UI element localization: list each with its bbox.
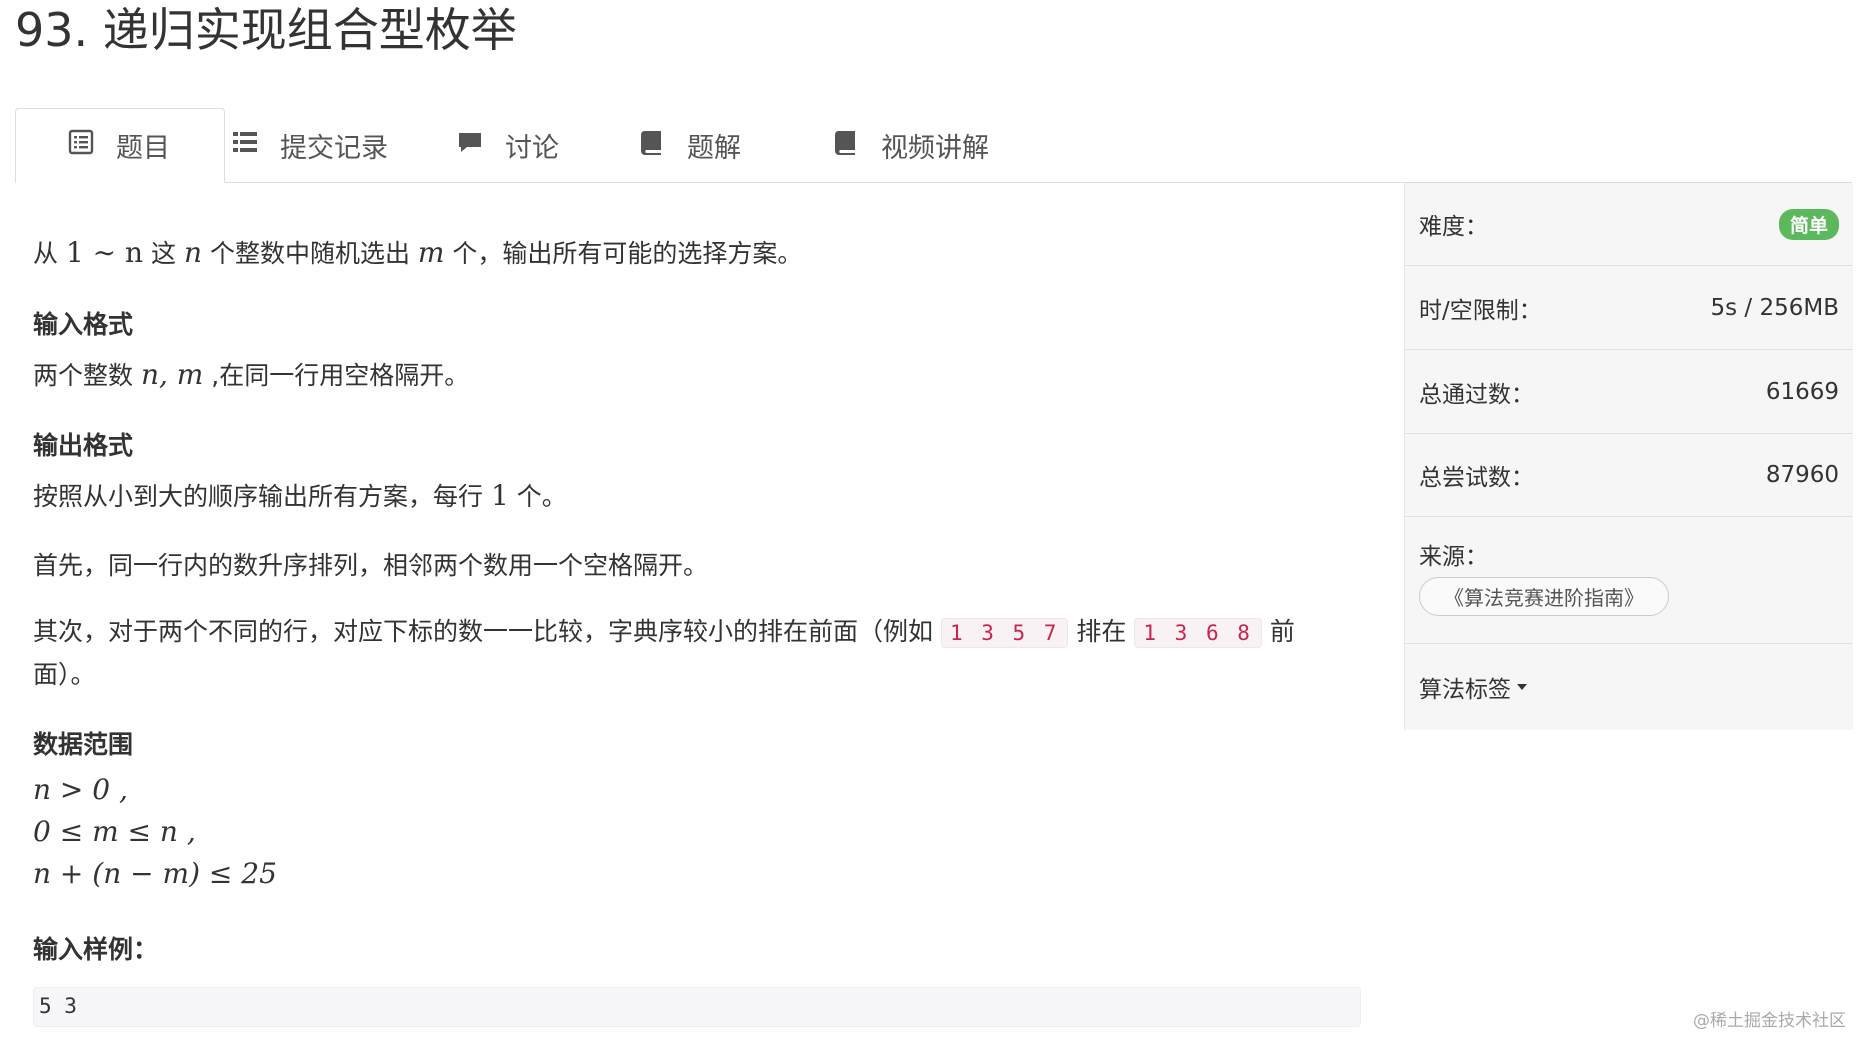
tab-label: 题目	[116, 133, 170, 164]
tab-submissions[interactable]: 提交记录	[232, 108, 388, 182]
limit-row: 时/空限制： 5s / 256MB	[1405, 266, 1853, 350]
source-row: 来源： 《算法竞赛进阶指南》	[1405, 517, 1853, 644]
tags-toggle[interactable]: 算法标签	[1405, 644, 1853, 730]
limit-value: 5s / 256MB	[1710, 294, 1839, 321]
range-line: n > 0 ,	[33, 773, 128, 806]
list-alt-icon	[68, 129, 94, 162]
difficulty-row: 难度： 简单	[1405, 183, 1853, 266]
output-rule-1: 首先，同一行内的数升序排列，相邻两个数用一个空格隔开。	[33, 551, 709, 580]
list-icon	[232, 129, 258, 162]
sample-input-heading: 输入样例：	[33, 935, 159, 964]
problem-info-sidebar: 难度： 简单 时/空限制： 5s / 256MB 总通过数： 61669 总尝试…	[1404, 183, 1853, 730]
difficulty-label: 难度：	[1419, 214, 1488, 240]
tab-label: 题解	[687, 132, 741, 164]
source-link[interactable]: 《算法竞赛进阶指南》	[1419, 577, 1669, 616]
problem-description: 从 1 ∼ n 这 n 个整数中随机选出 m 个，输出所有可能的选择方案。	[33, 236, 803, 269]
tab-solutions[interactable]: 题解	[639, 108, 741, 182]
tags-label: 算法标签	[1419, 677, 1511, 703]
tab-label: 提交记录	[280, 132, 388, 164]
tried-value: 87960	[1765, 462, 1839, 488]
source-label: 来源：	[1419, 544, 1488, 570]
limit-label: 时/空限制：	[1419, 297, 1542, 324]
problem-tabs: 题目 提交记录 讨论 题解 视频讲解	[15, 108, 1852, 183]
input-format-text: 两个整数 n, m ,在同一行用空格隔开。	[33, 358, 470, 391]
range-line: 0 ≤ m ≤ n ,	[33, 815, 196, 848]
tab-video[interactable]: 视频讲解	[833, 108, 989, 182]
output-rule-2-continued: 面）。	[33, 660, 96, 689]
book-icon	[833, 129, 859, 162]
comment-icon	[457, 129, 483, 162]
tab-label: 视频讲解	[881, 132, 989, 164]
tab-label: 讨论	[505, 132, 559, 164]
output-format-text: 按照从小到大的顺序输出所有方案，每行 1 个。	[33, 479, 567, 512]
output-rule-2: 其次，对于两个不同的行，对应下标的数一一比较，字典序较小的排在前面（例如 1 3…	[33, 617, 1295, 648]
passed-label: 总通过数：	[1419, 381, 1534, 408]
passed-row: 总通过数： 61669	[1405, 350, 1853, 434]
page-title: 93. 递归实现组合型枚举	[15, 3, 517, 57]
difficulty-badge: 简单	[1778, 208, 1839, 240]
tried-label: 总尝试数：	[1419, 465, 1534, 491]
output-format-heading: 输出格式	[33, 431, 134, 460]
data-range-heading: 数据范围	[33, 730, 134, 759]
example-code-1: 1 3 5 7	[940, 618, 1069, 648]
watermark: @稀土掘金技术社区	[1693, 1011, 1846, 1031]
tab-discussion[interactable]: 讨论	[457, 108, 559, 182]
example-code-2: 1 3 6 8	[1134, 618, 1262, 648]
tried-row: 总尝试数： 87960	[1405, 434, 1853, 517]
input-format-heading: 输入格式	[33, 310, 134, 339]
sample-input-block: 5 3	[33, 987, 1361, 1027]
passed-value: 61669	[1765, 378, 1839, 405]
caret-down-icon	[1517, 684, 1527, 690]
book-icon	[639, 129, 665, 162]
tab-problem[interactable]: 题目	[15, 108, 225, 183]
range-line: n + (n − m) ≤ 25	[33, 857, 277, 890]
